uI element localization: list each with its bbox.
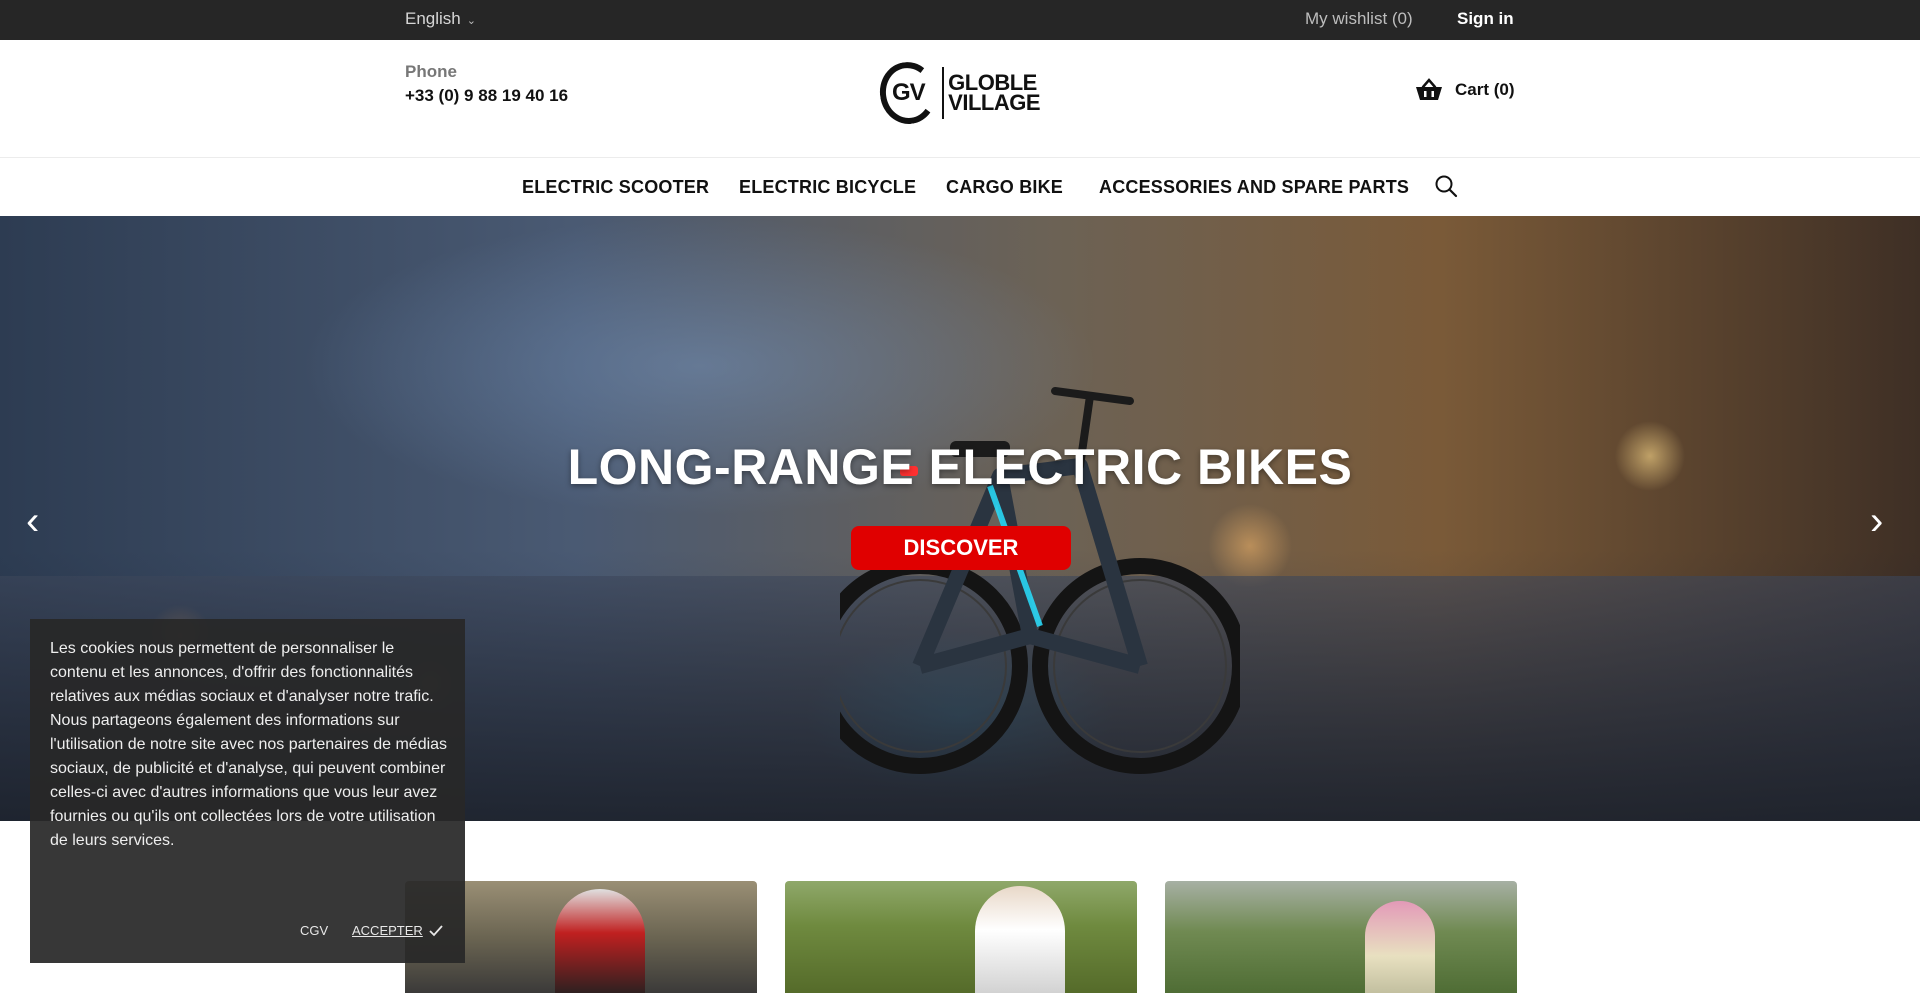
discover-button[interactable]: DISCOVER <box>851 526 1071 570</box>
chevron-down-icon: ⌄ <box>466 14 476 27</box>
slider-prev-arrow-icon[interactable]: ‹ <box>26 501 39 541</box>
check-icon <box>429 924 443 936</box>
nav-item-electric-bicycle[interactable]: ELECTRIC BICYCLE <box>739 177 916 198</box>
cookie-text: Les cookies nous permettent de personnal… <box>50 640 448 849</box>
cart-label: Cart (0) <box>1455 80 1515 99</box>
hero-bike-image <box>840 387 1240 774</box>
search-icon[interactable] <box>1434 174 1458 198</box>
main-nav: ELECTRIC SCOOTER ELECTRIC BICYCLE CARGO … <box>0 159 1920 216</box>
language-selector[interactable]: English ⌄ <box>405 9 476 29</box>
card-image-rider <box>975 886 1065 993</box>
basket-icon <box>1416 78 1442 100</box>
logo-line2: VILLAGE <box>948 90 1040 115</box>
cart-link[interactable]: Cart (0) <box>1415 78 1515 102</box>
phone-label: Phone <box>405 62 457 81</box>
logo-monogram: GV <box>875 58 941 128</box>
category-card-2[interactable] <box>785 881 1137 993</box>
nav-item-cargo-bike[interactable]: CARGO BIKE <box>946 177 1063 198</box>
card-image-child <box>1365 901 1435 993</box>
logo-divider <box>942 67 945 119</box>
category-card-3[interactable] <box>1165 881 1517 993</box>
logo-monogram-text: GV <box>891 79 925 106</box>
phone-number[interactable]: +33 (0) 9 88 19 40 16 <box>405 86 568 106</box>
card-image-cyclist <box>555 889 645 993</box>
hero-title: LONG-RANGE ELECTRIC BIKES <box>567 439 1353 495</box>
cookie-accept-label: ACCEPTER <box>352 923 423 938</box>
wishlist-link[interactable]: My wishlist (0) <box>1305 9 1413 29</box>
top-bar: English ⌄ My wishlist (0) Sign in <box>0 0 1920 40</box>
language-label: English <box>405 9 461 28</box>
site-header: Phone +33 (0) 9 88 19 40 16 GV GLOBLE VI… <box>0 40 1920 158</box>
logo-wordmark: GLOBLE VILLAGE <box>948 72 1040 115</box>
cookie-banner: Les cookies nous permettent de personnal… <box>30 619 465 963</box>
cookie-cgv-link[interactable]: CGV <box>300 923 328 938</box>
site-logo[interactable]: GV GLOBLE VILLAGE <box>875 58 1040 128</box>
cookie-accept-button[interactable]: ACCEPTER <box>352 923 443 938</box>
nav-item-electric-scooter[interactable]: ELECTRIC SCOOTER <box>522 177 709 198</box>
signin-link[interactable]: Sign in <box>1457 9 1514 29</box>
slider-next-arrow-icon[interactable]: › <box>1870 501 1883 541</box>
nav-item-accessories[interactable]: ACCESSORIES AND SPARE PARTS <box>1099 177 1409 198</box>
